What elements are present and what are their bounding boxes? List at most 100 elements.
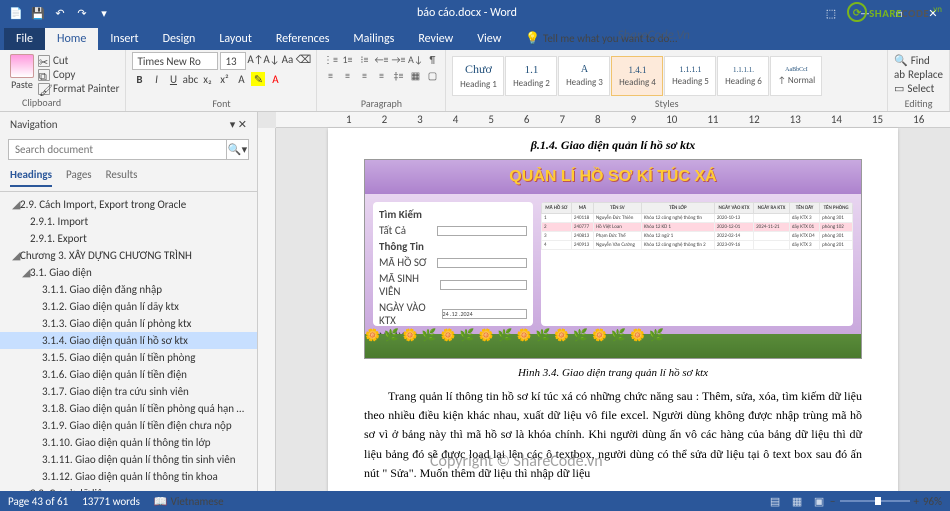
styles-label: Styles — [452, 97, 881, 111]
zoom-slider[interactable] — [840, 500, 910, 502]
strike-icon[interactable]: abc — [183, 72, 197, 86]
subscript-icon[interactable]: x₂ — [200, 72, 214, 86]
style-heading-4[interactable]: 1.4.1Heading 4 — [611, 56, 663, 96]
read-mode-icon[interactable]: ▤ — [765, 494, 785, 508]
dedent-icon[interactable]: ←≡ — [374, 52, 388, 66]
nav-item[interactable]: 3.1.5. Giao diện quản lí tiền phòng — [0, 349, 257, 366]
nav-item[interactable]: 2.9.1. Export — [0, 230, 257, 247]
copyright-watermark: Copyright © ShareCode.vn — [430, 452, 603, 471]
save-icon[interactable]: 💾 — [30, 5, 46, 21]
indent-icon[interactable]: →≡ — [391, 52, 405, 66]
style-heading-1[interactable]: ChươHeading 1 — [452, 56, 504, 96]
embedded-screenshot: QUẢN LÍ HỒ SƠ KÍ TÚC XÁ Tìm Kiếm Tất Cả … — [364, 159, 862, 359]
align-right-icon[interactable]: ≡ — [357, 68, 371, 82]
cut-button[interactable]: ✂Cut — [38, 54, 119, 67]
search-input[interactable] — [8, 139, 227, 160]
nav-item[interactable]: 3.1.12. Giao diện quản lí thông tin khoa — [0, 468, 257, 485]
nav-item[interactable]: ◢2.9. Cách Import, Export trong Oracle — [0, 196, 257, 213]
style-heading-5[interactable]: 1.1.1.1Heading 5 — [664, 56, 716, 96]
replace-button[interactable]: abReplace — [894, 68, 943, 81]
align-center-icon[interactable]: ≡ — [340, 68, 354, 82]
find-icon: 🔍 — [894, 54, 908, 67]
copy-icon: ⧉ — [38, 69, 50, 81]
vertical-ruler[interactable] — [258, 128, 276, 495]
bold-icon[interactable]: B — [132, 72, 146, 86]
tab-insert[interactable]: Insert — [98, 28, 150, 50]
navtab-results[interactable]: Results — [106, 168, 138, 187]
web-layout-icon[interactable]: ▣ — [809, 494, 829, 508]
borders-icon[interactable]: ▢ — [425, 68, 439, 82]
tab-view[interactable]: View — [465, 28, 513, 50]
zoom-value[interactable]: 96% — [923, 495, 942, 508]
zoom-in-icon[interactable]: + — [914, 495, 919, 508]
nav-item[interactable]: 3.1.6. Giao diện quản lí tiền điện — [0, 366, 257, 383]
search-button[interactable]: 🔍▾ — [227, 139, 249, 160]
nav-item[interactable]: 3.1.7. Giao diện tra cứu sinh viên — [0, 383, 257, 400]
tab-review[interactable]: Review — [406, 28, 465, 50]
undo-icon[interactable]: ↶ — [52, 5, 68, 21]
justify-icon[interactable]: ≡ — [374, 68, 388, 82]
grow-font-icon[interactable]: A↑ — [248, 52, 262, 66]
superscript-icon[interactable]: x² — [217, 72, 231, 86]
qat-more-icon[interactable]: ▾ — [96, 5, 112, 21]
window-title: báo cáo.docx - Word — [120, 6, 814, 20]
status-words[interactable]: 13771 words — [82, 495, 140, 508]
status-lang[interactable]: 📖Vietnamese — [154, 495, 224, 508]
tab-design[interactable]: Design — [151, 28, 208, 50]
font-color-icon[interactable]: A — [268, 72, 282, 86]
nav-item[interactable]: 3.1.3. Giao diện quản lí phòng ktx — [0, 315, 257, 332]
nav-item[interactable]: 3.1.10. Giao diện quản lí thông tin lớp — [0, 434, 257, 451]
clear-format-icon[interactable]: ⌫ — [296, 52, 310, 66]
nav-item[interactable]: 3.1.9. Giao diện quản lí tiền điện chưa … — [0, 417, 257, 434]
format-painter-button[interactable]: 🖌Format Painter — [38, 82, 119, 95]
redo-icon[interactable]: ↷ — [74, 5, 90, 21]
find-button[interactable]: 🔍Find — [894, 54, 943, 67]
style-↑-normal[interactable]: AaBbCcI↑ Normal — [770, 56, 822, 96]
figure-caption: Hình 3.4. Giao diện trang quản lí hồ sơ … — [364, 367, 862, 379]
ribbon-opts-icon[interactable]: ⬚ — [814, 0, 848, 26]
nav-item[interactable]: 3.1.2. Giao diện quản lí dãy ktx — [0, 298, 257, 315]
style-heading-3[interactable]: AHeading 3 — [558, 56, 610, 96]
editing-label: Editing — [894, 97, 943, 111]
tab-layout[interactable]: Layout — [207, 28, 264, 50]
navtab-headings[interactable]: Headings — [10, 168, 52, 187]
nav-item[interactable]: ◢3.1. Giao diện — [0, 264, 257, 281]
nav-item[interactable]: 3.1.11. Giao diện quản lí thông tin sinh… — [0, 451, 257, 468]
numbering-icon[interactable]: 1≡ — [340, 52, 354, 66]
zoom-out-icon[interactable]: − — [830, 495, 835, 508]
nav-item[interactable]: 3.1.1. Giao diện đăng nhập — [0, 281, 257, 298]
nav-item[interactable]: ◢Chương 3. XÂY DỰNG CHƯƠNG TRÌNH — [0, 247, 257, 264]
nav-item[interactable]: 3.1.8. Giao diện quản lí tiền phòng quá … — [0, 400, 257, 417]
show-marks-icon[interactable]: ¶ — [425, 52, 439, 66]
shading-icon[interactable]: ▦ — [408, 68, 422, 82]
bullets-icon[interactable]: ⋮≡ — [323, 52, 337, 66]
underline-icon[interactable]: U — [166, 72, 180, 86]
document-page[interactable]: β.1.4. Giao diện quản lí hồ sơ ktx QUẢN … — [328, 128, 898, 495]
tab-references[interactable]: References — [264, 28, 342, 50]
status-page[interactable]: Page 43 of 61 — [8, 495, 68, 508]
style-heading-2[interactable]: 1.1Heading 2 — [505, 56, 557, 96]
nav-close-icon[interactable]: ▾ ✕ — [230, 118, 247, 131]
select-button[interactable]: ▭Select — [894, 82, 943, 95]
italic-icon[interactable]: I — [149, 72, 163, 86]
sort-icon[interactable]: A↓ — [408, 52, 422, 66]
tab-file[interactable]: File — [4, 28, 45, 50]
change-case-icon[interactable]: Aa — [280, 52, 294, 66]
nav-item[interactable]: 2.9.1. Import — [0, 213, 257, 230]
tab-mailings[interactable]: Mailings — [341, 28, 406, 50]
nav-item[interactable]: 3.1.4. Giao diện quản lí hồ sơ ktx — [0, 332, 257, 349]
font-size-select[interactable]: 13 — [220, 52, 246, 70]
text-effects-icon[interactable]: A — [234, 72, 248, 86]
line-spacing-icon[interactable]: ‡≡ — [391, 68, 405, 82]
align-left-icon[interactable]: ≡ — [323, 68, 337, 82]
horizontal-ruler[interactable]: 123456789101112131415161718 — [276, 112, 950, 128]
tab-home[interactable]: Home — [45, 28, 98, 50]
print-layout-icon[interactable]: ▦ — [787, 494, 807, 508]
font-name-select[interactable]: Times New Ro — [132, 52, 218, 70]
copy-button[interactable]: ⧉Copy — [38, 68, 119, 81]
style-heading-6[interactable]: 1.1.1.1.Heading 6 — [717, 56, 769, 96]
multilevel-icon[interactable]: ⁝≡ — [357, 52, 371, 66]
navtab-pages[interactable]: Pages — [66, 168, 92, 187]
shrink-font-icon[interactable]: A↓ — [264, 52, 278, 66]
highlight-icon[interactable]: ✎ — [251, 72, 265, 86]
